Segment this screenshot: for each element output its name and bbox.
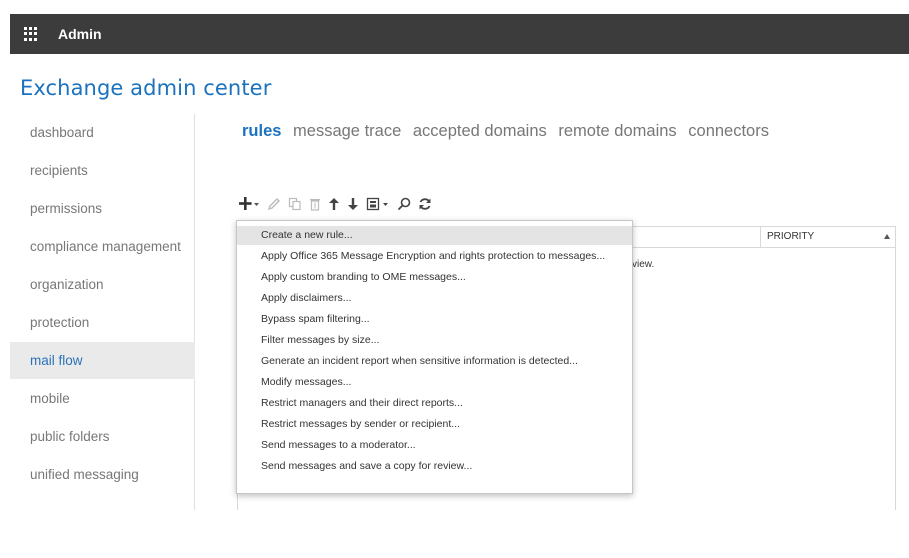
sort-ascending-icon <box>884 234 890 239</box>
menu-item-send-to-moderator[interactable]: Send messages to a moderator... <box>237 436 632 455</box>
copy-icon[interactable] <box>288 195 302 213</box>
export-icon[interactable] <box>366 195 390 213</box>
menu-item-send-and-save-copy[interactable]: Send messages and save a copy for review… <box>237 457 632 476</box>
column-header-priority[interactable]: PRIORITY <box>760 227 896 247</box>
tab-connectors[interactable]: connectors <box>688 122 769 140</box>
move-up-icon[interactable] <box>328 195 340 213</box>
tab-accepted-domains[interactable]: accepted domains <box>413 122 547 140</box>
menu-item-create-new-rule[interactable]: Create a new rule... <box>237 226 632 245</box>
delete-icon[interactable] <box>309 195 321 213</box>
sidebar-item-dashboard[interactable]: dashboard <box>10 114 195 151</box>
sidebar-item-permissions[interactable]: permissions <box>10 190 195 227</box>
menu-item-filter-by-size[interactable]: Filter messages by size... <box>237 331 632 350</box>
page-title: Exchange admin center <box>20 76 272 100</box>
app-launcher-icon[interactable] <box>24 27 38 41</box>
menu-item-bypass-spam-filtering[interactable]: Bypass spam filtering... <box>237 310 632 329</box>
top-bar: Admin <box>10 14 909 54</box>
menu-item-restrict-managers[interactable]: Restrict managers and their direct repor… <box>237 394 632 413</box>
refresh-icon[interactable] <box>418 195 432 213</box>
sidebar-item-mail-flow[interactable]: mail flow <box>10 342 195 379</box>
menu-item-restrict-by-sender-recipient[interactable]: Restrict messages by sender or recipient… <box>237 415 632 434</box>
sidebar-item-unified-messaging[interactable]: unified messaging <box>10 456 195 493</box>
menu-item-apply-disclaimers[interactable]: Apply disclaimers... <box>237 289 632 308</box>
menu-item-generate-incident-report[interactable]: Generate an incident report when sensiti… <box>237 352 632 371</box>
rules-toolbar <box>238 194 439 214</box>
new-rule-dropdown-menu: Create a new rule... Apply Office 365 Me… <box>236 220 633 494</box>
sidebar-item-mobile[interactable]: mobile <box>10 380 195 417</box>
tab-rules[interactable]: rules <box>242 122 281 140</box>
sidebar-item-recipients[interactable]: recipients <box>10 152 195 189</box>
move-down-icon[interactable] <box>347 195 359 213</box>
edit-icon[interactable] <box>267 195 281 213</box>
sidebar-item-compliance-management[interactable]: compliance management <box>10 228 195 265</box>
tab-bar: rules message trace accepted domains rem… <box>242 122 776 141</box>
sidebar-nav: dashboard recipients permissions complia… <box>10 114 195 510</box>
menu-item-apply-ome-encryption[interactable]: Apply Office 365 Message Encryption and … <box>237 247 632 266</box>
tab-message-trace[interactable]: message trace <box>293 122 401 140</box>
tab-remote-domains[interactable]: remote domains <box>558 122 676 140</box>
sidebar-item-protection[interactable]: protection <box>10 304 195 341</box>
search-icon[interactable] <box>397 195 411 213</box>
add-icon[interactable] <box>238 195 260 213</box>
sidebar-item-organization[interactable]: organization <box>10 266 195 303</box>
column-header-priority-label: PRIORITY <box>767 231 815 242</box>
menu-item-apply-custom-branding[interactable]: Apply custom branding to OME messages... <box>237 268 632 287</box>
menu-item-modify-messages[interactable]: Modify messages... <box>237 373 632 392</box>
empty-table-message: view. <box>632 259 655 270</box>
sidebar-item-public-folders[interactable]: public folders <box>10 418 195 455</box>
app-title[interactable]: Admin <box>58 26 102 42</box>
